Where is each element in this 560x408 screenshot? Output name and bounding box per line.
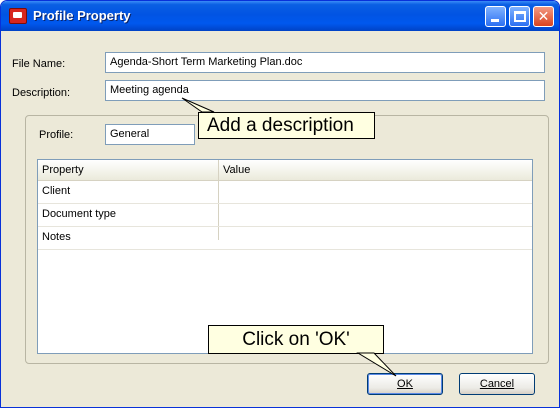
file-name-field[interactable]: Agenda-Short Term Marketing Plan.doc xyxy=(105,52,545,73)
callout-pointer-ok xyxy=(356,352,397,377)
property-cell: Client xyxy=(42,185,71,197)
window-title: Profile Property xyxy=(33,8,131,23)
property-cell: Notes xyxy=(42,231,71,243)
file-name-label: File Name: xyxy=(12,58,66,70)
cancel-button-label: Cancel xyxy=(479,378,515,390)
maximize-icon xyxy=(514,11,526,22)
close-button[interactable]: ✕ xyxy=(533,6,554,27)
callout-add-description: Add a description xyxy=(198,112,375,139)
table-row[interactable]: Client xyxy=(38,181,532,204)
description-field[interactable]: Meeting agenda xyxy=(105,80,545,101)
table-row[interactable]: Notes xyxy=(38,227,532,250)
grid-header: Property Value xyxy=(38,160,532,181)
profile-select[interactable]: General xyxy=(105,124,195,145)
description-label: Description: xyxy=(12,87,71,99)
column-header-value[interactable]: Value xyxy=(223,164,250,176)
title-bar[interactable]: Profile Property ✕ xyxy=(1,1,559,31)
callout-click-ok: Click on 'OK' xyxy=(208,325,384,354)
minimize-icon xyxy=(491,19,499,22)
profile-app-icon xyxy=(9,8,27,24)
profile-label: Profile: xyxy=(39,129,74,141)
maximize-button[interactable] xyxy=(509,6,530,27)
close-icon: ✕ xyxy=(537,8,550,24)
column-header-property[interactable]: Property xyxy=(42,164,84,176)
table-row[interactable]: Document type xyxy=(38,204,532,227)
minimize-button[interactable] xyxy=(485,6,506,27)
cancel-button[interactable]: Cancel xyxy=(459,373,535,395)
property-cell: Document type xyxy=(42,208,116,220)
